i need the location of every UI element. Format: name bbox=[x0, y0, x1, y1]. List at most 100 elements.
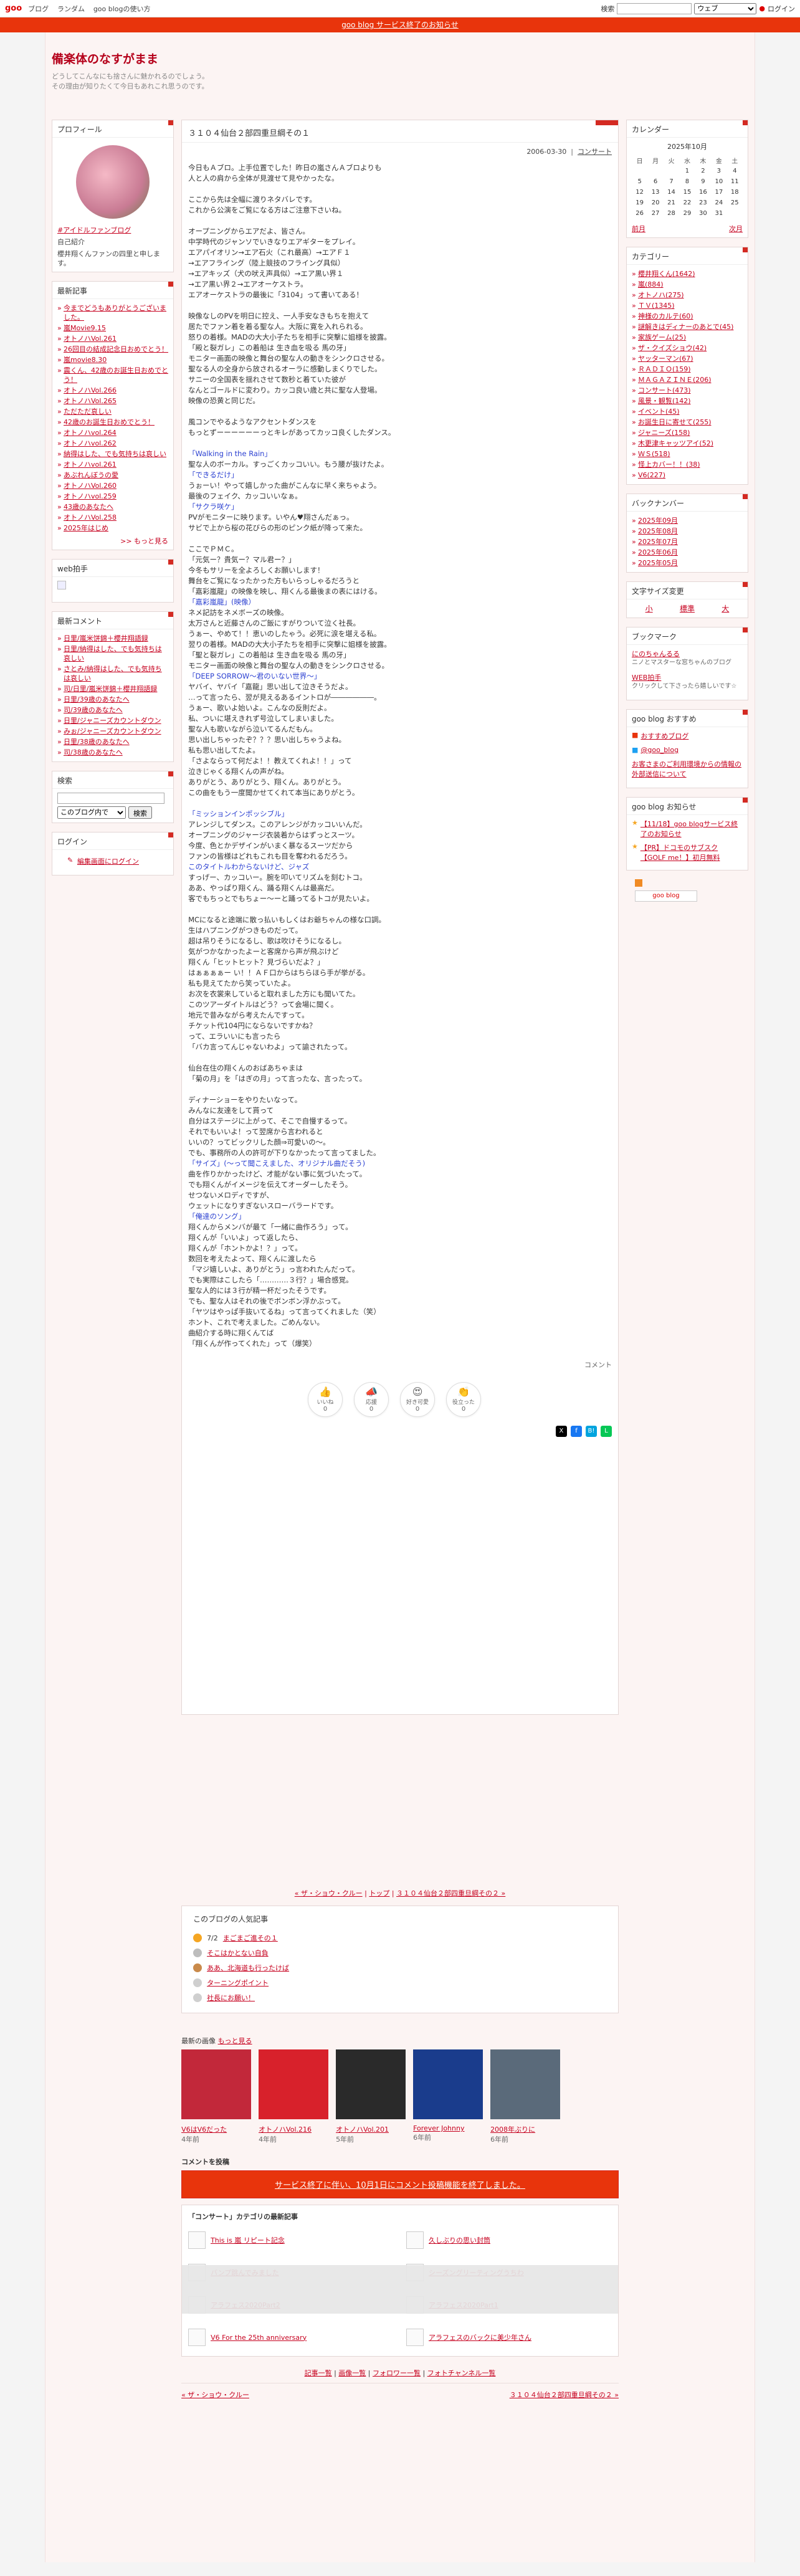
bottom-prev-link[interactable]: « ザ・ショウ・クルー bbox=[181, 2390, 249, 2400]
recent-image-caption[interactable]: 2008年ぶりに bbox=[490, 2124, 560, 2134]
recent-post-item[interactable]: オトノハVol.258 bbox=[57, 512, 168, 523]
bottom-link[interactable]: 画像一覧 bbox=[338, 2369, 366, 2377]
recent-image-item[interactable]: オトノハVol.216 4年前 bbox=[259, 2049, 329, 2144]
category-item[interactable]: 家族ゲーム(25) bbox=[632, 332, 743, 343]
recent-comment-item[interactable]: 司/38歳のあなたへ bbox=[57, 747, 168, 758]
backnumber-item[interactable]: 2025年07月 bbox=[632, 537, 743, 547]
category-item[interactable]: コンサート(473) bbox=[632, 385, 743, 396]
recent-post-item[interactable]: 震くん、42歳のお誕生日おめでとう！ bbox=[57, 365, 168, 385]
calendar-day[interactable]: 9 bbox=[695, 176, 711, 187]
popular-post-item[interactable]: 社長にお願い！ bbox=[193, 1990, 607, 2005]
recent-image-thumbnail[interactable] bbox=[181, 2049, 252, 2119]
calendar-day[interactable]: 21 bbox=[664, 198, 679, 208]
bottom-link[interactable]: フォロワー一覧 bbox=[373, 2369, 421, 2377]
recent-comment-item[interactable]: 司/日里/嵐米饼錦＋櫻井翔語録 bbox=[57, 684, 168, 694]
bottom-link[interactable]: 記事一覧 bbox=[305, 2369, 332, 2377]
calendar-day[interactable]: 11 bbox=[727, 176, 743, 187]
recent-image-thumbnail[interactable] bbox=[259, 2049, 329, 2119]
category-latest-item[interactable]: アラフェスのバックに美少年さん bbox=[406, 2325, 612, 2350]
edit-login-link[interactable]: 編集画面にログイン bbox=[67, 857, 139, 866]
recent-post-item[interactable]: 26回目の結成記念日おめでとう！ bbox=[57, 344, 168, 355]
calendar-day[interactable]: 10 bbox=[711, 176, 726, 187]
calendar-day[interactable]: 24 bbox=[711, 198, 726, 208]
category-item[interactable]: オトノハ(275) bbox=[632, 290, 743, 300]
calendar-day[interactable]: 4 bbox=[727, 166, 743, 176]
recent-post-item[interactable]: オトノハVol.261 bbox=[57, 333, 168, 344]
recent-post-item[interactable]: オトノハvol.261 bbox=[57, 459, 168, 470]
hatena-share-icon[interactable]: B! bbox=[585, 1426, 597, 1437]
comment-service-end-link[interactable]: サービス終了に伴い、10月1日にコメント投稿機能を終了しました。 bbox=[275, 2181, 525, 2190]
recent-comment-item[interactable]: 日里/ジャニーズカウントダウン bbox=[57, 715, 168, 726]
recent-post-item[interactable]: オトノハVol.265 bbox=[57, 396, 168, 406]
calendar-day[interactable]: 1 bbox=[679, 166, 695, 176]
recent-post-item[interactable]: オトノハvol.262 bbox=[57, 438, 168, 449]
category-item[interactable]: ＴＶ(1345) bbox=[632, 300, 743, 311]
recent-image-thumbnail[interactable] bbox=[490, 2049, 561, 2119]
popular-post-item[interactable]: 7/2 まごまご進その１ bbox=[193, 1930, 607, 1945]
category-latest-item[interactable]: This is 嵐 リピート記念 bbox=[188, 2228, 394, 2253]
category-item[interactable]: 木更津キャッツアイ(52) bbox=[632, 438, 743, 449]
line-share-icon[interactable]: L bbox=[600, 1426, 612, 1437]
category-item[interactable]: 神様のカルテ(60) bbox=[632, 311, 743, 322]
prev-article-link[interactable]: « ザ・ショウ・クルー bbox=[295, 1889, 363, 1897]
recent-post-item[interactable]: オトノハvol.259 bbox=[57, 491, 168, 502]
top-search-select[interactable]: ウェブ bbox=[694, 2, 757, 14]
recent-image-thumbnail[interactable] bbox=[413, 2049, 483, 2119]
rss-icon[interactable] bbox=[634, 879, 642, 887]
recent-image-caption[interactable]: オトノハVol.201 bbox=[336, 2124, 406, 2134]
recommend-x-link[interactable]: ■ @goo_blog bbox=[632, 746, 743, 754]
recent-post-item[interactable]: 納得はした、でも気持ちは哀しい bbox=[57, 449, 168, 459]
calendar-day[interactable]: 19 bbox=[632, 198, 647, 208]
facebook-share-icon[interactable]: f bbox=[570, 1426, 582, 1437]
recommend-blog-link[interactable]: ■ おすすめブログ bbox=[632, 731, 743, 741]
top-link-random[interactable]: ランダム bbox=[57, 5, 85, 13]
category-item[interactable]: 怪上カバー！！(38) bbox=[632, 459, 743, 470]
category-item[interactable]: お誕生日に寄せて(255) bbox=[632, 417, 743, 427]
recent-image-caption[interactable]: Forever Johnny bbox=[413, 2124, 483, 2132]
recent-image-item[interactable]: オトノハVol.201 5年前 bbox=[336, 2049, 406, 2144]
calendar-day[interactable]: 23 bbox=[695, 198, 711, 208]
calendar-day[interactable]: 27 bbox=[647, 208, 663, 219]
calendar-next-month[interactable]: 次月 bbox=[729, 224, 743, 234]
recent-image-item[interactable]: Forever Johnny 6年前 bbox=[413, 2049, 483, 2144]
next-article-link[interactable]: ３１０４仙台２部四重旦綱その２ » bbox=[396, 1889, 505, 1897]
font-size-normal[interactable]: 標準 bbox=[680, 603, 695, 614]
blog-title[interactable]: 備楽体のなすがまま bbox=[52, 50, 748, 67]
calendar-day[interactable]: 28 bbox=[664, 208, 679, 219]
recent-post-item[interactable]: ただただ哀しい bbox=[57, 406, 168, 417]
recent-images-more-link[interactable]: もっと見る bbox=[218, 2037, 252, 2045]
goo-blog-badge[interactable]: goo blog bbox=[634, 890, 697, 902]
profile-name[interactable]: #アイドルファンブログ bbox=[57, 225, 168, 235]
x-share-icon[interactable]: X bbox=[555, 1426, 567, 1437]
news-item-service-end[interactable]: ★ 【11/18】goo blogサービス終了のお知らせ bbox=[632, 819, 743, 839]
recent-post-item[interactable]: 43歳のあなたへ bbox=[57, 502, 168, 512]
calendar-day[interactable]: 13 bbox=[647, 187, 663, 198]
calendar-day[interactable]: 7 bbox=[664, 176, 679, 187]
category-item[interactable]: イベント(45) bbox=[632, 406, 743, 417]
calendar-day[interactable]: 31 bbox=[711, 208, 726, 219]
backnumber-item[interactable]: 2025年06月 bbox=[632, 547, 743, 558]
recent-posts-more-link[interactable]: >> もっと見る bbox=[57, 536, 168, 546]
popular-post-item[interactable]: ターニングポイント bbox=[193, 1975, 607, 1990]
category-item[interactable]: ヤッターマン(67) bbox=[632, 353, 743, 364]
top-link[interactable]: トップ bbox=[369, 1889, 389, 1897]
recent-comment-item[interactable]: 司/39歳のあなたへ bbox=[57, 705, 168, 715]
calendar-day[interactable]: 25 bbox=[727, 198, 743, 208]
calendar-day[interactable]: 22 bbox=[679, 198, 695, 208]
bottom-next-link[interactable]: ３１０４仙台２部四重旦綱その２ » bbox=[510, 2390, 619, 2400]
recent-comment-item[interactable]: 日里/39歳のあなたへ bbox=[57, 694, 168, 705]
recent-comment-item[interactable]: 日里/嵐米饼錦＋櫻井翔語録 bbox=[57, 633, 168, 644]
calendar-day[interactable]: 15 bbox=[679, 187, 695, 198]
calendar-day[interactable]: 20 bbox=[647, 198, 663, 208]
top-search-input[interactable] bbox=[617, 2, 692, 14]
web-clap-image-icon[interactable] bbox=[57, 581, 66, 589]
blog-search-scope-select[interactable]: このブログ内で bbox=[57, 806, 126, 819]
category-latest-item[interactable]: 久しぶりの思い封筒 bbox=[406, 2228, 612, 2253]
calendar-prev-month[interactable]: 前月 bbox=[632, 224, 645, 234]
reaction-button[interactable]: 📣 応援 0 bbox=[354, 1382, 389, 1417]
recent-comment-item[interactable]: 日里/38歳のあなたへ bbox=[57, 737, 168, 747]
category-item[interactable]: ＷＳ(518) bbox=[632, 449, 743, 459]
recent-post-item[interactable]: オトノハVol.266 bbox=[57, 385, 168, 396]
category-item[interactable]: ＲＡＤＩＯ(159) bbox=[632, 364, 743, 374]
calendar-day[interactable]: 5 bbox=[632, 176, 647, 187]
